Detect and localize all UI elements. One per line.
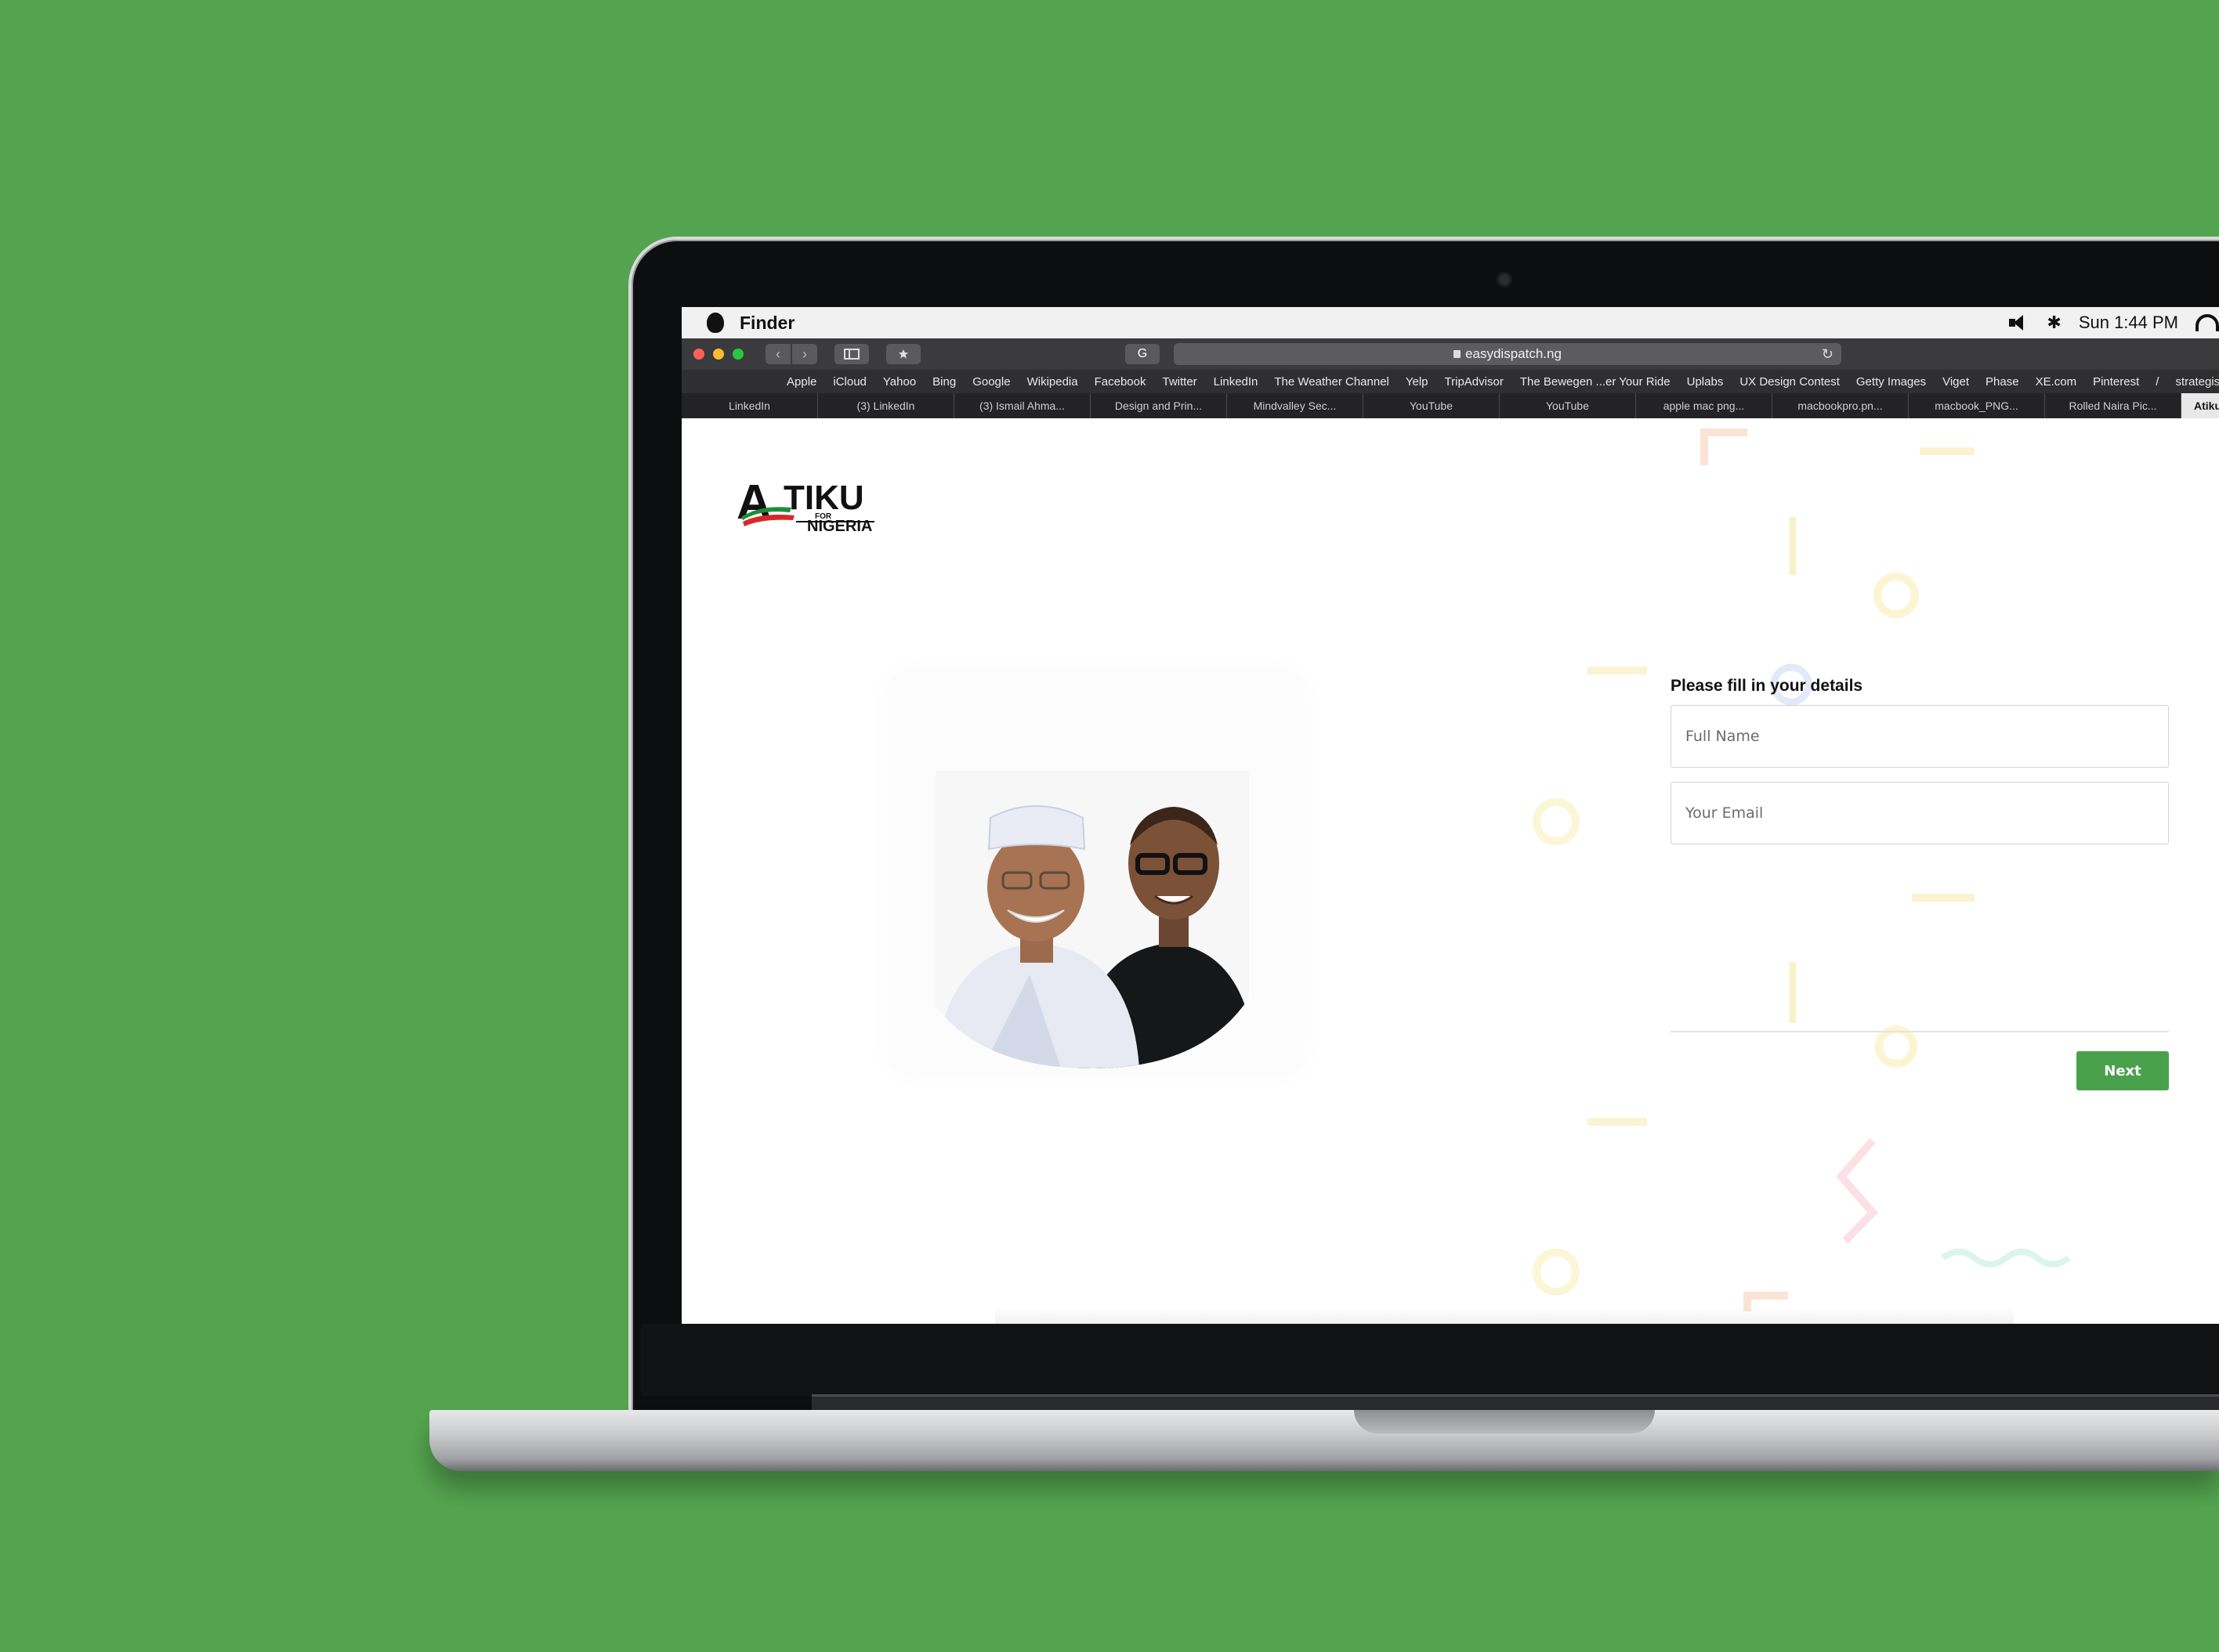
browser-tab[interactable]: (3) LinkedIn [818, 393, 954, 418]
laptop-notch [1354, 1410, 1655, 1433]
bluetooth-icon[interactable]: ✱ [2047, 313, 2061, 333]
back-button[interactable]: ‹ [766, 344, 791, 364]
clock[interactable]: Sun 1:44 PM [2079, 313, 2178, 333]
bookmarks-bar: Apple iCloud Yahoo Bing Google Wikipedia… [682, 370, 2219, 393]
url-text: easydispatch.ng [1465, 346, 1562, 361]
bookmark-item[interactable]: / [2156, 375, 2159, 389]
bookmark-item[interactable]: UX Design Contest [1739, 375, 1840, 389]
bookmark-item[interactable]: Yelp [1406, 375, 1428, 389]
screen: Finder ✱ Sun 1:44 PM ‹ › G easydispatch.… [682, 307, 2219, 1324]
menubar-status: ✱ Sun 1:44 PM [2009, 307, 2219, 338]
bookmark-item[interactable]: Yahoo [883, 375, 916, 389]
logo-nigeria-text: NIGERIA [807, 518, 872, 535]
browser-tab[interactable]: YouTube [1363, 393, 1500, 418]
email-field[interactable] [1671, 782, 2169, 844]
web-page: A TIKU FOR NIGERIA Please fill in your d… [682, 418, 2219, 1324]
grammarly-extension-button[interactable]: G [1125, 344, 1160, 364]
app-name[interactable]: Finder [740, 313, 795, 334]
browser-tab[interactable]: macbookpro.pn... [1772, 393, 1909, 418]
logo-main-text: TIKU [784, 479, 864, 517]
lock-icon [1453, 350, 1461, 358]
bookmark-item[interactable]: Twitter [1162, 375, 1196, 389]
wifi-icon[interactable] [2195, 314, 2219, 331]
zoom-window-button[interactable] [733, 349, 744, 360]
bookmark-item[interactable]: Google [972, 375, 1010, 389]
mac-menubar: Finder ✱ Sun 1:44 PM [682, 307, 2219, 338]
bookmark-item[interactable]: The Bewegen ...er Your Ride [1520, 375, 1671, 389]
browser-tab[interactable]: apple mac png... [1636, 393, 1772, 418]
form-divider [1671, 1031, 2169, 1032]
next-button[interactable]: Next [2076, 1051, 2169, 1090]
bookmark-item[interactable]: strategist [2175, 375, 2219, 389]
bookmark-item[interactable]: XE.com [2036, 375, 2077, 389]
bookmark-item[interactable]: iCloud [833, 375, 867, 389]
browser-tab-active[interactable]: Atiku [2181, 393, 2219, 418]
atiku-logo: A TIKU FOR NIGERIA [737, 475, 874, 535]
sidebar-toggle-button[interactable] [834, 344, 869, 364]
decorative-shapes [1533, 428, 2071, 1311]
browser-toolbar: ‹ › G easydispatch.ng ↻ [682, 338, 2219, 370]
bookmark-item[interactable]: Viget [1942, 375, 1969, 389]
browser-tab[interactable]: macbook_PNG... [1909, 393, 2045, 418]
bookmark-item[interactable]: Facebook [1095, 375, 1146, 389]
bookmark-item[interactable]: Wikipedia [1027, 375, 1078, 389]
tab-bar: LinkedIn (3) LinkedIn (3) Ismail Ahma...… [682, 393, 2219, 418]
browser-tab[interactable]: Design and Prin... [1091, 393, 1227, 418]
apple-icon[interactable] [707, 313, 724, 333]
candidates-portrait [936, 771, 1249, 1068]
bookmark-item[interactable]: Bing [932, 375, 956, 389]
page-bottom-shadow [995, 1307, 2014, 1324]
camera-icon [1499, 274, 1510, 285]
screen-bezel-bottom [641, 1324, 2219, 1396]
browser-tab[interactable]: Mindvalley Sec... [1227, 393, 1363, 418]
full-name-field[interactable] [1671, 705, 2169, 768]
star-icon [899, 349, 908, 359]
bookmark-item[interactable]: Pinterest [2093, 375, 2139, 389]
form-title: Please fill in your details [1671, 677, 1863, 695]
minimize-window-button[interactable] [713, 349, 724, 360]
close-window-button[interactable] [693, 349, 704, 360]
browser-tab[interactable]: YouTube [1500, 393, 1636, 418]
laptop-base [429, 1410, 2219, 1471]
bookmarks-button[interactable] [886, 344, 921, 364]
bookmark-item[interactable]: The Weather Channel [1274, 375, 1388, 389]
browser-tab[interactable]: Rolled Naira Pic... [2045, 393, 2181, 418]
speaker-icon[interactable] [2009, 314, 2029, 331]
forward-button[interactable]: › [792, 344, 817, 364]
bookmark-item[interactable]: Getty Images [1856, 375, 1926, 389]
address-bar[interactable]: easydispatch.ng ↻ [1174, 343, 1841, 365]
bookmark-item[interactable]: LinkedIn [1214, 375, 1258, 389]
bookmark-item[interactable]: TripAdvisor [1445, 375, 1504, 389]
bookmark-item[interactable]: Apple [787, 375, 816, 389]
laptop-hinge [812, 1394, 2219, 1410]
browser-tab[interactable]: LinkedIn [682, 393, 818, 418]
bookmark-item[interactable]: Phase [1986, 375, 2019, 389]
browser-tab[interactable]: (3) Ismail Ahma... [954, 393, 1091, 418]
reload-icon[interactable]: ↻ [1822, 346, 1833, 363]
bookmark-item[interactable]: Uplabs [1687, 375, 1724, 389]
sidebar-icon [844, 349, 860, 360]
